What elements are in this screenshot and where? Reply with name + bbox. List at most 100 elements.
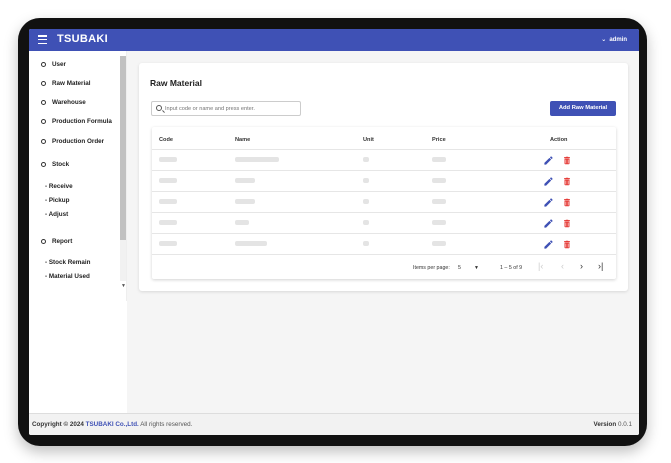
redacted-unit bbox=[363, 178, 369, 183]
version-label: Version bbox=[593, 421, 617, 428]
chevron-down-icon: ⌄ bbox=[601, 37, 607, 43]
redacted-price bbox=[432, 157, 446, 162]
last-page-icon[interactable]: ›| bbox=[598, 261, 603, 271]
app-title: TSUBAKI bbox=[57, 33, 108, 45]
redacted-price bbox=[432, 220, 446, 225]
redacted-name bbox=[235, 178, 255, 183]
table-row bbox=[152, 212, 616, 233]
circle-icon bbox=[41, 62, 46, 67]
sidebar-item-production-formula[interactable]: Production Formula bbox=[41, 118, 112, 125]
scroll-down-arrow-icon[interactable]: ▼ bbox=[121, 283, 126, 289]
company-link[interactable]: TSUBAKI Co.,Ltd. bbox=[86, 421, 139, 428]
circle-icon bbox=[41, 162, 46, 167]
search-field[interactable] bbox=[151, 101, 301, 116]
hamburger-menu-icon[interactable] bbox=[38, 35, 47, 45]
page-title: Raw Material bbox=[150, 78, 202, 88]
column-header-price[interactable]: Price bbox=[432, 137, 446, 143]
redacted-name bbox=[235, 241, 267, 246]
sidebar-item-production-order[interactable]: Production Order bbox=[41, 138, 104, 145]
redacted-unit bbox=[363, 220, 369, 225]
sidebar-item-label: Production Order bbox=[52, 138, 105, 145]
previous-page-icon[interactable]: ‹ bbox=[561, 261, 564, 271]
app-screen: TSUBAKI ⌄ admin User Raw Material Warehou… bbox=[29, 29, 639, 435]
sidebar-item-raw-material[interactable]: Raw Material bbox=[41, 80, 91, 87]
top-toolbar: TSUBAKI ⌄ admin bbox=[29, 29, 639, 51]
column-header-action: Action bbox=[550, 137, 568, 143]
table-row bbox=[152, 233, 616, 254]
circle-icon bbox=[41, 100, 46, 105]
main-content: Raw Material Add Raw Material Code Name … bbox=[127, 51, 639, 413]
circle-icon bbox=[41, 139, 46, 144]
items-per-page-label: Items per page: bbox=[413, 265, 450, 271]
redacted-name bbox=[235, 199, 255, 204]
page-range-label: 1 – 5 of 9 bbox=[500, 265, 523, 271]
raw-material-card: Raw Material Add Raw Material Code Name … bbox=[139, 63, 628, 291]
delete-icon[interactable] bbox=[562, 176, 572, 187]
column-header-unit[interactable]: Unit bbox=[363, 137, 374, 143]
copyright: Copyright © 2024 TSUBAKI Co.,Ltd. All ri… bbox=[32, 421, 192, 428]
edit-icon[interactable] bbox=[543, 239, 554, 250]
column-header-code[interactable]: Code bbox=[159, 137, 173, 143]
column-header-name[interactable]: Name bbox=[235, 137, 250, 143]
edit-icon[interactable] bbox=[543, 155, 554, 166]
sidebar-subitem-material-used[interactable]: - Material Used bbox=[45, 273, 90, 280]
sidebar-item-label: Stock bbox=[52, 161, 70, 168]
sidebar-item-report[interactable]: Report bbox=[41, 238, 72, 245]
edit-icon[interactable] bbox=[543, 197, 554, 208]
redacted-code bbox=[159, 220, 177, 225]
circle-icon bbox=[41, 81, 46, 86]
delete-icon[interactable] bbox=[562, 155, 572, 166]
sidebar-item-label: Raw Material bbox=[52, 80, 91, 87]
paginator: Items per page: 5 ▼ 1 – 5 of 9 |‹ ‹ › ›| bbox=[152, 254, 616, 279]
sidebar-scrollbar[interactable]: ▼ bbox=[120, 56, 126, 289]
redacted-unit bbox=[363, 199, 369, 204]
sidebar-item-label: Report bbox=[52, 238, 73, 245]
sidebar-subitem-stock-remain[interactable]: - Stock Remain bbox=[45, 259, 91, 266]
sidebar-subitem-receive[interactable]: - Receive bbox=[45, 183, 73, 190]
search-input[interactable] bbox=[165, 104, 297, 114]
copyright-prefix: Copyright © 2024 bbox=[32, 421, 84, 428]
scrollbar-thumb[interactable] bbox=[120, 56, 126, 240]
rights-text: All rights reserved. bbox=[140, 421, 193, 428]
add-raw-material-button[interactable]: Add Raw Material bbox=[550, 101, 616, 116]
redacted-price bbox=[432, 199, 446, 204]
redacted-code bbox=[159, 241, 177, 246]
edit-icon[interactable] bbox=[543, 176, 554, 187]
circle-icon bbox=[41, 119, 46, 124]
delete-icon[interactable] bbox=[562, 197, 572, 208]
redacted-price bbox=[432, 241, 446, 246]
redacted-code bbox=[159, 178, 177, 183]
sidebar-subitem-adjust[interactable]: - Adjust bbox=[45, 211, 68, 218]
sidebar-item-stock[interactable]: Stock bbox=[41, 161, 69, 168]
sidebar-item-user[interactable]: User bbox=[41, 61, 66, 68]
redacted-name bbox=[235, 220, 249, 225]
edit-icon[interactable] bbox=[543, 218, 554, 229]
next-page-icon[interactable]: › bbox=[580, 261, 583, 271]
delete-icon[interactable] bbox=[562, 218, 572, 229]
page-size-select[interactable]: 5 bbox=[458, 265, 461, 271]
redacted-code bbox=[159, 199, 177, 204]
redacted-price bbox=[432, 178, 446, 183]
redacted-unit bbox=[363, 157, 369, 162]
delete-icon[interactable] bbox=[562, 239, 572, 250]
redacted-name bbox=[235, 157, 279, 162]
user-menu-button[interactable]: ⌄ admin bbox=[601, 36, 627, 43]
redacted-unit bbox=[363, 241, 369, 246]
table-row bbox=[152, 149, 616, 170]
sidebar-empty-area bbox=[29, 301, 127, 413]
dropdown-arrow-icon[interactable]: ▼ bbox=[474, 265, 479, 271]
search-icon bbox=[156, 105, 162, 111]
first-page-icon[interactable]: |‹ bbox=[538, 261, 543, 271]
sidebar-item-label: Production Formula bbox=[52, 118, 112, 125]
raw-material-table: Code Name Unit Price Action Items per pa… bbox=[152, 127, 616, 279]
version-info: Version 0.0.1 bbox=[593, 421, 632, 428]
sidebar: User Raw Material Warehouse Production F… bbox=[29, 51, 127, 301]
sidebar-item-warehouse[interactable]: Warehouse bbox=[41, 99, 86, 106]
sidebar-item-label: User bbox=[52, 61, 67, 68]
circle-icon bbox=[41, 239, 46, 244]
version-number: 0.0.1 bbox=[617, 421, 632, 428]
user-name: admin bbox=[609, 37, 627, 43]
table-row bbox=[152, 170, 616, 191]
sidebar-item-label: Warehouse bbox=[52, 99, 86, 106]
sidebar-subitem-pickup[interactable]: - Pickup bbox=[45, 197, 70, 204]
